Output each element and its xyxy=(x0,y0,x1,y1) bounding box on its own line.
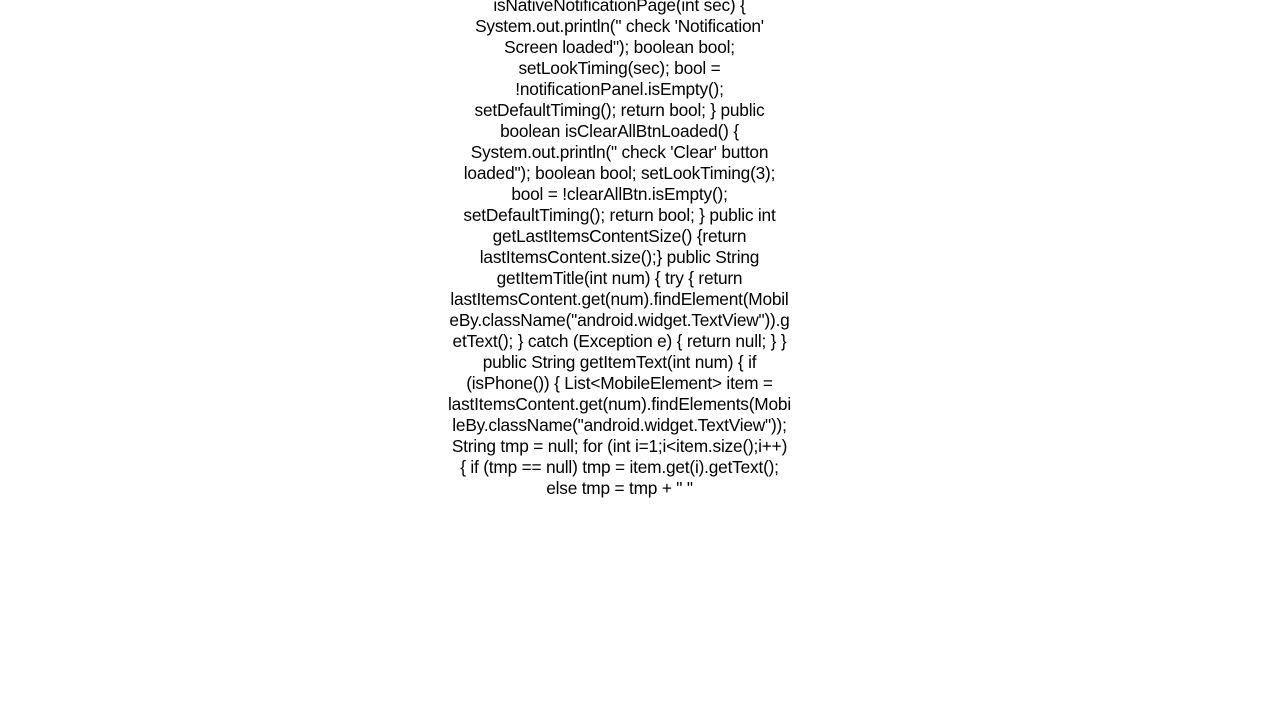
code-content: isNativeNotificationPage(int sec) { Syst… xyxy=(448,0,791,498)
code-text-block: isNativeNotificationPage(int sec) { Syst… xyxy=(447,0,792,499)
